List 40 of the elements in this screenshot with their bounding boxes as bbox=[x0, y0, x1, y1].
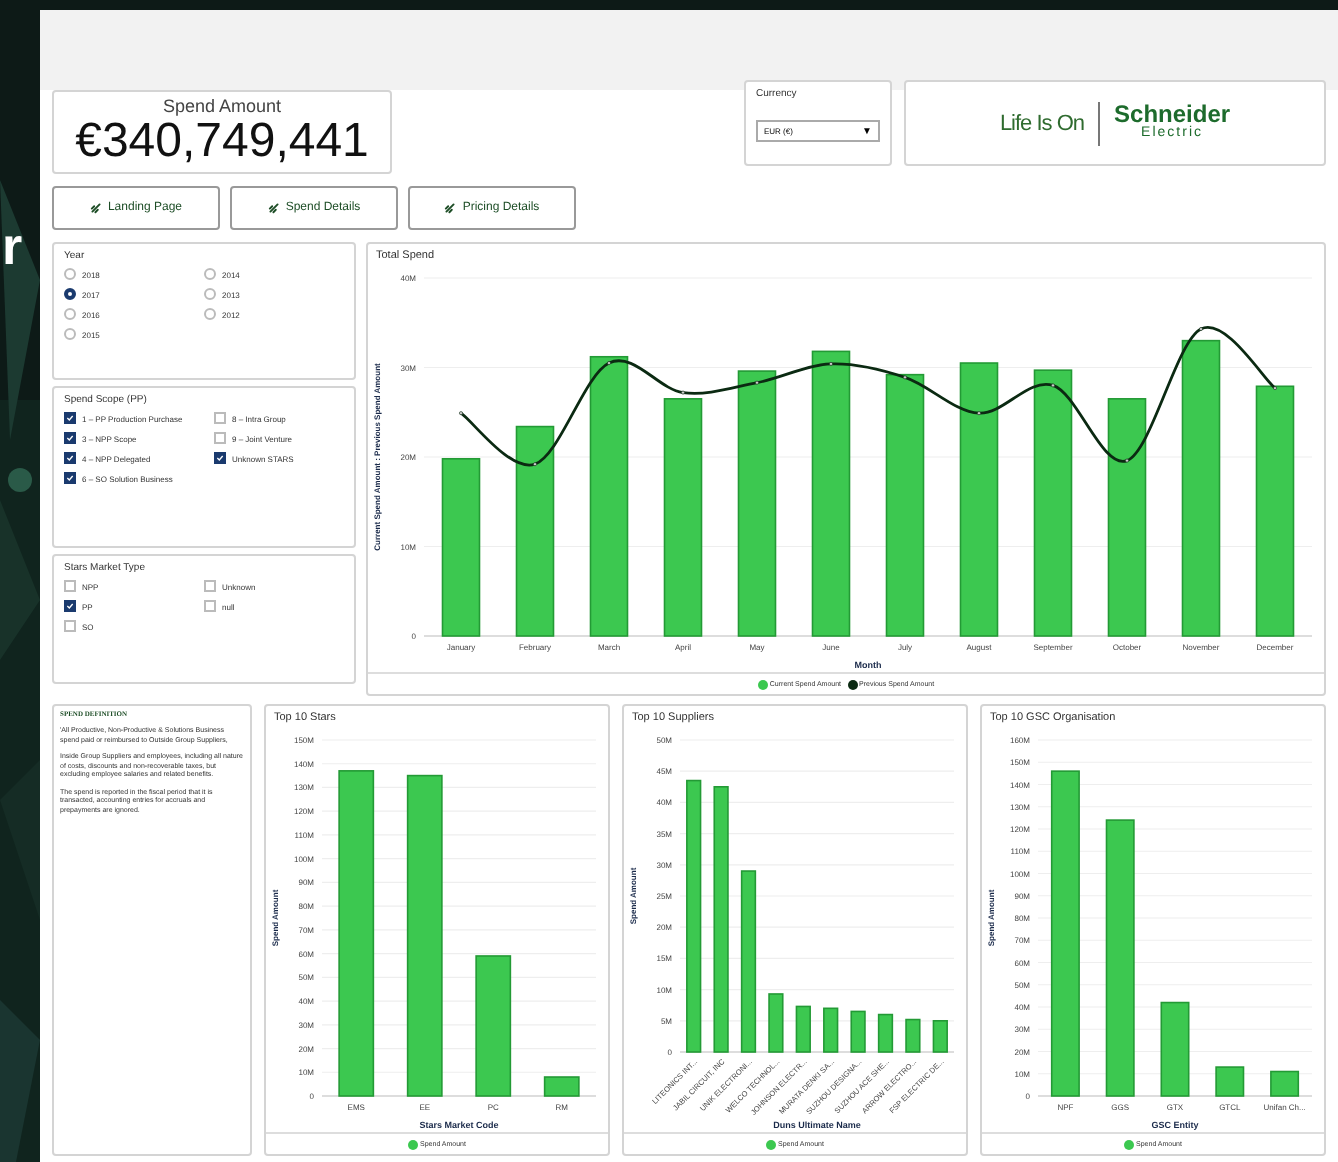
line-series bbox=[459, 326, 1277, 467]
bar bbox=[823, 1007, 839, 1053]
spend-amount: €340,749,441 bbox=[75, 116, 369, 168]
bar bbox=[1160, 1001, 1190, 1097]
radio-button[interactable] bbox=[204, 268, 216, 280]
bar bbox=[877, 1013, 894, 1053]
radio-button[interactable] bbox=[204, 308, 216, 320]
bar bbox=[543, 1076, 580, 1097]
radio-button[interactable] bbox=[64, 308, 76, 320]
bar bbox=[768, 993, 784, 1053]
bar bbox=[1270, 1070, 1300, 1097]
radio-button[interactable] bbox=[204, 288, 216, 300]
checkbox[interactable] bbox=[214, 412, 226, 424]
checkbox[interactable] bbox=[64, 472, 76, 484]
checkbox[interactable] bbox=[204, 580, 216, 592]
checkbox[interactable] bbox=[214, 432, 226, 444]
logo-tagline: Life Is On bbox=[999, 111, 1085, 135]
link-icon bbox=[267, 202, 280, 214]
radio-button[interactable] bbox=[64, 268, 76, 280]
radio-button[interactable] bbox=[64, 328, 76, 340]
bar bbox=[1215, 1066, 1245, 1097]
bar bbox=[475, 955, 512, 1097]
card-title: Spend Amount bbox=[162, 96, 282, 116]
brand-name: Schneider bbox=[1114, 103, 1231, 123]
radio-button[interactable] bbox=[64, 288, 76, 300]
checkbox[interactable] bbox=[64, 620, 76, 632]
checkbox[interactable] bbox=[64, 452, 76, 464]
checkbox[interactable] bbox=[64, 412, 76, 424]
link-icon bbox=[89, 202, 102, 214]
bar bbox=[850, 1010, 866, 1053]
bar bbox=[932, 1020, 948, 1053]
bar bbox=[795, 1005, 811, 1053]
link-icon bbox=[444, 202, 457, 214]
backdrop-text: r bbox=[2, 216, 23, 278]
bar bbox=[905, 1018, 921, 1053]
checkbox[interactable] bbox=[64, 580, 76, 592]
checkbox[interactable] bbox=[204, 600, 216, 612]
checkbox[interactable] bbox=[64, 600, 76, 612]
checkbox[interactable] bbox=[214, 452, 226, 464]
checkbox[interactable] bbox=[64, 432, 76, 444]
